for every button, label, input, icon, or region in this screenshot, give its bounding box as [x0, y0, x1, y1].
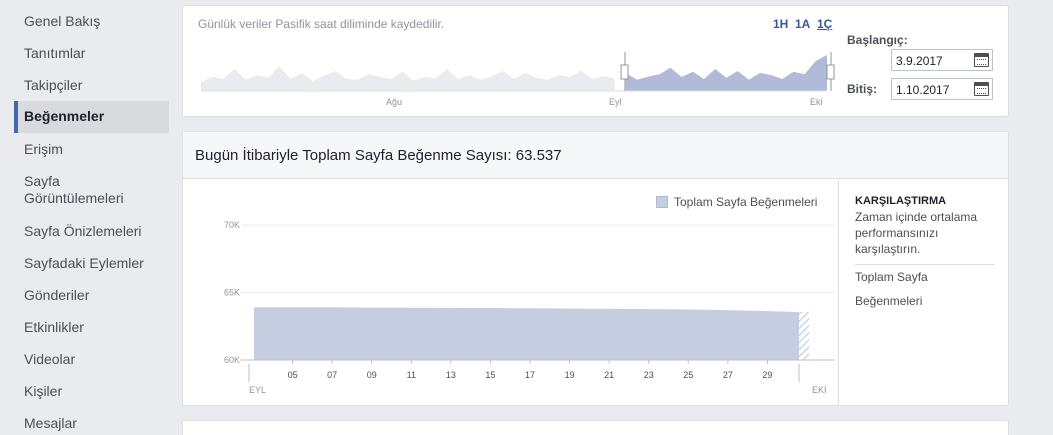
- sidebar-item-videos[interactable]: Videolar: [14, 351, 169, 368]
- x-tick-label: 25: [683, 370, 693, 380]
- sidebar-item-overview[interactable]: Genel Bakış: [14, 13, 169, 30]
- x-tick-label: 07: [327, 370, 337, 380]
- x-tick-label: 09: [367, 370, 377, 380]
- comparison-title: KARŞILAŞTIRMA: [855, 195, 947, 207]
- y-tick-label: 65K: [224, 288, 240, 298]
- likes-area-chart: 60K 65K 70K 05 07 09 11 13 15 17 19 21 23 25 27 29 EYL EK…: [224, 220, 835, 395]
- comparison-description: Zaman içinde ortalama performansınızı ka…: [855, 210, 978, 256]
- comparison-panel: KARŞILAŞTIRMA Zaman içinde ortalama perf…: [838, 180, 1008, 406]
- x-tick-label: 19: [565, 370, 575, 380]
- start-date-value: 3.9.2017: [896, 54, 943, 68]
- incomplete-data-hatch: [799, 312, 809, 360]
- sidebar-item-page-previews[interactable]: Sayfa Önizlemeleri: [14, 223, 169, 240]
- x-tick-label: 23: [644, 370, 654, 380]
- x-tick-label: 29: [762, 370, 772, 380]
- mini-area-selected: [625, 55, 827, 91]
- total-likes-card: Bugün İtibariyle Toplam Sayfa Beğenme Sa…: [182, 131, 1009, 406]
- range-button-1m[interactable]: 1A: [795, 17, 810, 31]
- mini-area-unselected: [201, 66, 615, 91]
- chart-legend[interactable]: Toplam Sayfa Beğenmeleri: [656, 195, 817, 209]
- sidebar-item-page-views[interactable]: Sayfa Görüntülemeleri: [14, 173, 169, 207]
- sidebar-item-reach[interactable]: Erişim: [14, 141, 169, 158]
- x-tick-label: 17: [525, 370, 535, 380]
- x-tick-label: 21: [604, 370, 614, 380]
- sidebar-item-posts[interactable]: Gönderiler: [14, 287, 169, 304]
- divider: [855, 264, 995, 265]
- end-date-value: 1.10.2017: [896, 83, 950, 97]
- next-card: [182, 420, 1009, 435]
- sidebar-item-events[interactable]: Etkinlikler: [14, 319, 169, 336]
- card-header: Bugün İtibariyle Toplam Sayfa Beğenme Sa…: [183, 132, 1008, 179]
- sidebar-item-actions-on-page[interactable]: Sayfadaki Eylemler: [14, 255, 169, 272]
- date-range-panel: Günlük veriler Pasifik saat diliminde ka…: [182, 5, 1009, 117]
- legend-swatch: [656, 196, 668, 208]
- x-tick-label: 15: [485, 370, 495, 380]
- page-title: Bugün İtibariyle Toplam Sayfa Beğenme Sa…: [195, 147, 562, 164]
- start-date-input[interactable]: 3.9.2017: [891, 49, 993, 71]
- sidebar-item-likes[interactable]: Beğenmeler: [14, 101, 169, 133]
- y-tick-label: 60K: [224, 355, 240, 365]
- calendar-icon[interactable]: [974, 53, 989, 67]
- y-tick-label: 70K: [224, 220, 240, 230]
- x-tick-label: 11: [407, 370, 416, 380]
- end-date-input[interactable]: 1.10.2017: [891, 78, 993, 100]
- sidebar-nav: Genel Bakış Tanıtımlar Takipçiler Beğenm…: [0, 0, 170, 435]
- range-overview-chart[interactable]: Ağu Eyl Eki: [201, 44, 841, 114]
- range-handle-end[interactable]: [826, 52, 835, 91]
- sidebar-item-promotions[interactable]: Tanıtımlar: [14, 45, 169, 62]
- x-month-label: EYL: [249, 385, 266, 395]
- end-date-label: Bitiş:: [847, 82, 877, 96]
- mini-axis-label-aug: Ağu: [386, 97, 402, 107]
- likes-area: [254, 307, 808, 360]
- mini-axis-label-oct: Eki: [810, 97, 823, 107]
- likes-chart-area: Toplam Sayfa Beğenmeleri 60K 65K 70K 05 07 09…: [183, 180, 838, 406]
- start-date-label: Başlangıç:: [847, 33, 908, 47]
- calendar-icon[interactable]: [974, 82, 989, 96]
- range-button-1q[interactable]: 1Ç: [817, 17, 832, 31]
- legend-label: Toplam Sayfa Beğenmeleri: [674, 195, 818, 209]
- timezone-note: Günlük veriler Pasifik saat diliminde ka…: [198, 17, 445, 31]
- compare-option-likes[interactable]: Beğenmeleri: [855, 294, 922, 308]
- x-month-label: EKİ: [812, 385, 827, 395]
- x-tick-label: 05: [288, 370, 298, 380]
- compare-option-total-page[interactable]: Toplam Sayfa: [855, 270, 928, 284]
- x-tick-label: 13: [446, 370, 456, 380]
- x-tick-label: 27: [723, 370, 733, 380]
- mini-axis-label-sep: Eyl: [609, 97, 622, 107]
- sidebar-item-messages[interactable]: Mesajlar: [14, 415, 169, 432]
- range-button-1w[interactable]: 1H: [773, 17, 788, 31]
- sidebar-item-followers[interactable]: Takipçiler: [14, 77, 169, 94]
- sidebar-item-people[interactable]: Kişiler: [14, 383, 169, 400]
